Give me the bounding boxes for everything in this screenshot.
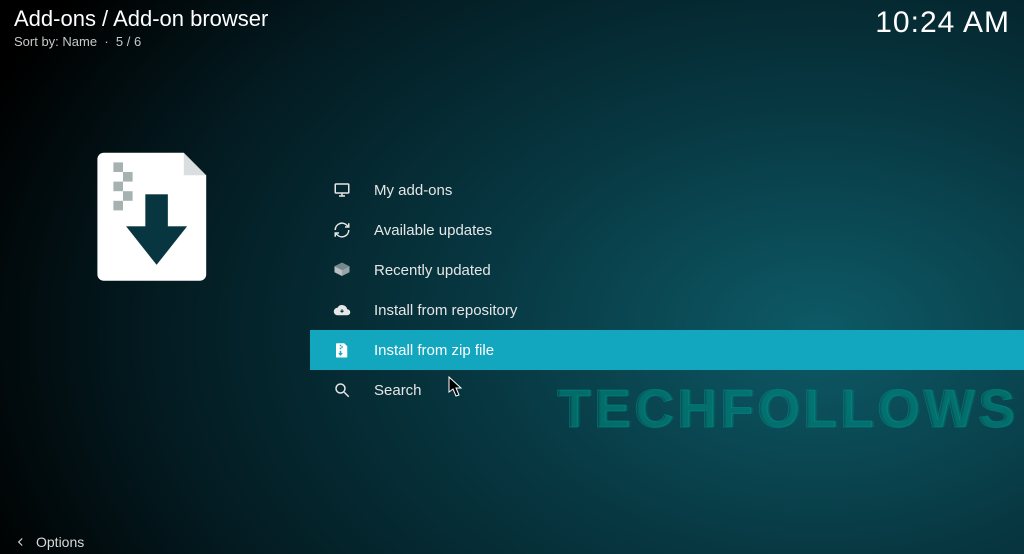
menu-item-label: My add-ons	[374, 182, 452, 199]
box-open-icon	[332, 260, 352, 280]
cloud-download-icon	[332, 300, 352, 320]
arrow-left-icon	[14, 535, 28, 549]
menu-item-search[interactable]: Search	[310, 370, 1024, 410]
menu: My add-ons Available updates Recently up…	[310, 170, 1024, 410]
monitor-icon	[332, 180, 352, 200]
menu-item-label: Search	[374, 382, 422, 399]
menu-item-recently-updated[interactable]: Recently updated	[310, 250, 1024, 290]
zip-file-icon	[332, 340, 352, 360]
search-icon	[332, 380, 352, 400]
menu-item-available-updates[interactable]: Available updates	[310, 210, 1024, 250]
options-label: Options	[36, 534, 84, 550]
sidebar	[0, 0, 310, 554]
clock: 10:24 AM	[875, 6, 1010, 40]
options-button[interactable]: Options	[14, 534, 84, 550]
menu-item-install-from-zip[interactable]: Install from zip file	[310, 330, 1024, 370]
menu-item-label: Install from zip file	[374, 342, 494, 359]
refresh-icon	[332, 220, 352, 240]
menu-item-label: Available updates	[374, 222, 492, 239]
menu-item-label: Install from repository	[374, 302, 517, 319]
download-zip-large-icon	[75, 140, 235, 305]
menu-item-my-addons[interactable]: My add-ons	[310, 170, 1024, 210]
menu-item-label: Recently updated	[374, 262, 491, 279]
menu-item-install-from-repository[interactable]: Install from repository	[310, 290, 1024, 330]
